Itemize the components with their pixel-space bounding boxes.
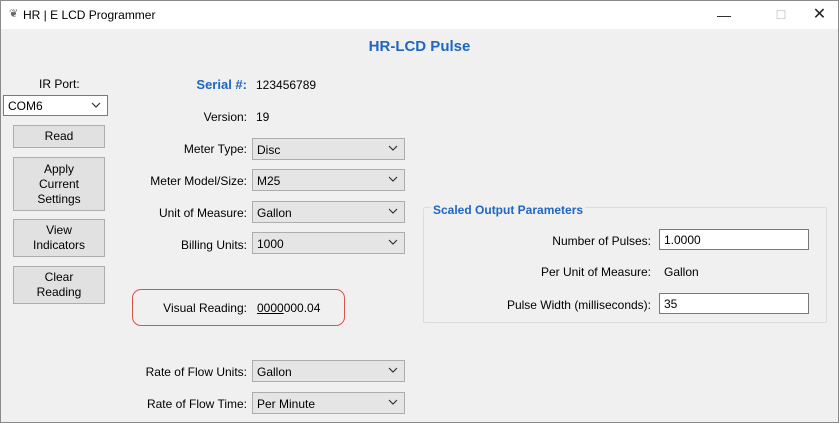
- visual-reading-value: 0000000.04: [257, 301, 320, 315]
- per-unit-value: Gallon: [664, 265, 699, 279]
- view-label-2: Indicators: [32, 238, 86, 252]
- meter-model-label: Meter Model/Size:: [150, 174, 247, 188]
- pulse-width-value: 35: [664, 297, 678, 311]
- close-button[interactable]: ✕: [801, 1, 838, 29]
- title-bar: ❦ HR | E LCD Programmer — ☐ ✕: [1, 1, 838, 29]
- view-indicators-button[interactable]: View Indicators: [13, 219, 105, 257]
- clear-label-1: Clear: [44, 270, 74, 284]
- visual-reading-rest: 000.04: [283, 301, 321, 315]
- chevron-down-icon: [388, 399, 398, 405]
- chevron-down-icon: [388, 145, 398, 151]
- read-button[interactable]: Read: [13, 125, 105, 148]
- minimize-button[interactable]: —: [701, 1, 747, 29]
- meter-model-select[interactable]: M25: [252, 169, 405, 191]
- window-title: HR | E LCD Programmer: [23, 8, 156, 22]
- flow-time-select[interactable]: Per Minute: [252, 392, 405, 414]
- read-button-label: Read: [44, 129, 74, 143]
- ir-port-label: IR Port:: [39, 77, 80, 91]
- ir-port-select[interactable]: COM6: [3, 95, 108, 116]
- pulse-width-label: Pulse Width (milliseconds):: [506, 298, 651, 312]
- app-window: ❦ HR | E LCD Programmer — ☐ ✕ HR-LCD Pul…: [0, 0, 839, 423]
- flow-units-value: Gallon: [257, 365, 292, 379]
- billing-units-label: Billing Units:: [180, 238, 247, 252]
- flow-time-value: Per Minute: [257, 397, 316, 411]
- chevron-down-icon: [388, 367, 398, 373]
- meter-type-select[interactable]: Disc: [252, 138, 405, 160]
- chevron-down-icon: [388, 208, 398, 214]
- app-icon: ❦: [9, 8, 19, 20]
- serial-label: Serial #:: [196, 77, 247, 92]
- pulses-input[interactable]: 1.0000: [659, 229, 809, 250]
- per-unit-label: Per Unit of Measure:: [540, 265, 651, 279]
- chevron-down-icon: [91, 102, 101, 108]
- flow-units-select[interactable]: Gallon: [252, 360, 405, 382]
- page-title: HR-LCD Pulse: [368, 38, 471, 55]
- unit-of-measure-label: Unit of Measure:: [158, 206, 247, 220]
- scaled-output-title: Scaled Output Parameters: [431, 203, 586, 217]
- unit-of-measure-value: Gallon: [257, 206, 292, 220]
- chevron-down-icon: [388, 176, 398, 182]
- apply-label-2: Current: [38, 176, 79, 191]
- unit-of-measure-select[interactable]: Gallon: [252, 201, 405, 223]
- pulses-label: Number of Pulses:: [552, 234, 651, 248]
- visual-reading-underlined: 0000: [257, 301, 284, 315]
- apply-settings-button[interactable]: Apply Current Settings: [13, 157, 105, 211]
- clear-label-2: Reading: [36, 285, 82, 299]
- clear-reading-button[interactable]: Clear Reading: [13, 266, 105, 304]
- view-label-1: View: [46, 223, 72, 237]
- apply-label-1: Apply: [43, 161, 75, 176]
- flow-time-label: Rate of Flow Time:: [146, 397, 247, 411]
- pulses-value: 1.0000: [664, 233, 701, 247]
- apply-label-3: Settings: [37, 191, 81, 206]
- meter-model-value: M25: [257, 174, 281, 188]
- billing-units-value: 1000: [257, 237, 284, 251]
- meter-type-label: Meter Type:: [183, 142, 247, 156]
- maximize-button[interactable]: ☐: [758, 1, 804, 29]
- pulse-width-input[interactable]: 35: [659, 293, 809, 314]
- billing-units-select[interactable]: 1000: [252, 232, 405, 254]
- serial-value: 123456789: [256, 78, 317, 92]
- ir-port-value: COM6: [8, 99, 43, 113]
- flow-units-label: Rate of Flow Units:: [145, 365, 247, 379]
- version-label: Version:: [203, 110, 247, 124]
- version-value: 19: [256, 110, 270, 124]
- meter-type-value: Disc: [257, 143, 281, 157]
- chevron-down-icon: [388, 239, 398, 245]
- visual-reading-label: Visual Reading:: [163, 301, 247, 315]
